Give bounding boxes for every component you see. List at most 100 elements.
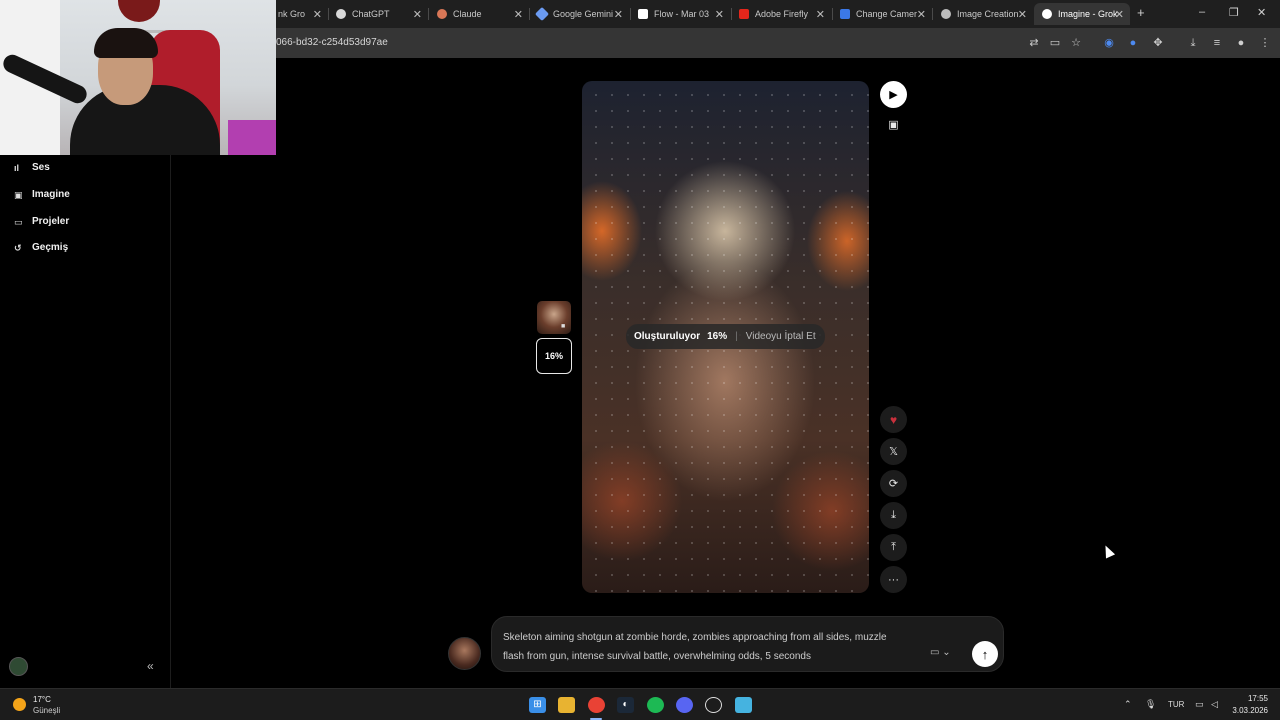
progress-percent: 16%: [707, 331, 728, 342]
sidebar-item-label: Ses: [32, 162, 50, 173]
windows-start-icon[interactable]: ⊞: [529, 697, 546, 713]
video-camera-icon: ■: [561, 323, 566, 330]
tab-8-active[interactable]: Imagine - Grok ✕: [1034, 3, 1130, 25]
tab-5[interactable]: Adobe Firefly ✕: [731, 3, 831, 25]
discord-icon[interactable]: [676, 697, 693, 713]
sidebar-item-gecmis[interactable]: ↺ Geçmiş: [14, 242, 68, 253]
chatgpt-icon: [336, 9, 346, 19]
cancel-video-button[interactable]: Videoyu İptal Et: [746, 331, 816, 342]
steam-icon[interactable]: ◐: [617, 697, 634, 713]
sun-icon[interactable]: [13, 698, 26, 711]
close-icon[interactable]: ✕: [1018, 8, 1027, 21]
chrome-icon[interactable]: [588, 697, 605, 713]
chevron-up-icon[interactable]: ⌃: [1124, 699, 1132, 710]
prompt-input[interactable]: Skeleton aiming shotgun at zombie horde,…: [491, 616, 1004, 672]
video-mode-icon[interactable]: ▶: [880, 81, 907, 108]
new-tab-button[interactable]: +: [1137, 5, 1145, 20]
grok-icon: [1042, 9, 1052, 19]
close-window-button[interactable]: ✕: [1257, 6, 1266, 19]
menu-kebab-icon[interactable]: ⋮: [1258, 36, 1272, 50]
tab-title: Claude: [453, 9, 482, 19]
sidebar-item-label: Imagine: [32, 189, 70, 200]
maximize-button[interactable]: ❐: [1229, 6, 1239, 19]
downloads-icon[interactable]: ⤓: [1186, 36, 1200, 50]
close-icon[interactable]: ✕: [816, 8, 825, 21]
address-bar[interactable]: 066-bd32-c254d53d97ae: [276, 37, 388, 48]
download-icon[interactable]: ⤓: [880, 502, 907, 529]
cast-icon[interactable]: ▭: [1048, 36, 1062, 50]
audio-waveform-icon: ıl: [14, 162, 20, 173]
extension-icon[interactable]: ●: [1126, 36, 1140, 50]
file-explorer-icon[interactable]: [558, 697, 575, 713]
close-icon[interactable]: ✕: [917, 8, 926, 21]
tab-4[interactable]: Flow - Mar 03 ✕: [630, 3, 730, 25]
chatgpt-app-icon[interactable]: [705, 697, 722, 713]
imagine-icon: ▣: [14, 189, 23, 200]
mouse-cursor: [1100, 543, 1116, 559]
clock-time[interactable]: 17:55: [1234, 694, 1268, 703]
tab-title: Flow - Mar 03: [654, 9, 710, 19]
weather-description[interactable]: Güneşli: [33, 706, 60, 715]
bookmark-star-icon[interactable]: ☆: [1069, 36, 1083, 50]
gemini-icon: [534, 6, 550, 22]
sidebar-item-label: Geçmiş: [32, 242, 69, 253]
collapse-sidebar-button[interactable]: «: [147, 659, 154, 673]
close-icon[interactable]: ✕: [413, 8, 422, 21]
webcam-overlay: [0, 0, 276, 155]
tab-title: Google Gemini: [553, 9, 614, 19]
sidebar-item-label: Projeler: [32, 216, 70, 227]
close-icon[interactable]: ✕: [715, 8, 724, 21]
tab-title: Imagine - Grok: [1058, 9, 1118, 19]
user-avatar[interactable]: [9, 657, 28, 676]
close-icon[interactable]: ✕: [514, 8, 523, 21]
language-indicator[interactable]: TUR: [1168, 700, 1184, 709]
close-icon[interactable]: ✕: [313, 8, 322, 21]
share-icon[interactable]: ⤒: [880, 534, 907, 561]
close-icon[interactable]: ✕: [614, 8, 623, 21]
send-button[interactable]: ↑: [972, 641, 998, 667]
clock-date[interactable]: 3.03.2026: [1230, 706, 1268, 715]
more-icon[interactable]: ···: [880, 566, 907, 593]
docs-icon: [840, 9, 850, 19]
minimize-button[interactable]: –: [1199, 6, 1205, 18]
heart-icon[interactable]: ♥: [880, 406, 907, 433]
prompt-text[interactable]: Skeleton aiming shotgun at zombie horde,…: [503, 628, 903, 666]
close-icon[interactable]: ✕: [1115, 8, 1124, 21]
reading-list-icon[interactable]: ≡: [1210, 36, 1224, 50]
webcam-background: [228, 120, 276, 155]
notepad-icon[interactable]: [735, 697, 752, 713]
tab-title: Image Creation: [957, 9, 1019, 19]
profile-avatar-icon[interactable]: ●: [1234, 36, 1248, 50]
prompt-image-avatar[interactable]: [448, 637, 481, 670]
weather-temperature[interactable]: 17°C: [33, 695, 51, 704]
webcam-person: [94, 28, 158, 58]
volume-icon[interactable]: ◁: [1211, 699, 1218, 710]
folder-icon: ▭: [14, 216, 23, 227]
tab-0[interactable]: nk Gro ✕: [270, 3, 328, 25]
tab-3[interactable]: Google Gemini ✕: [529, 3, 629, 25]
mode-selector[interactable]: ▭ ⌄: [930, 647, 951, 658]
sidebar-item-imagine[interactable]: ▣ Imagine: [14, 189, 70, 200]
generation-progress-thumbnail[interactable]: 16%: [536, 338, 572, 374]
tab-1[interactable]: ChatGPT ✕: [328, 3, 428, 25]
windows-taskbar: 17°C Güneşli ⊞ ◐ ⌃ 🎙 TUR ▭ ◁ 17:55 3.03.…: [0, 688, 1280, 720]
extension-icon[interactable]: ◉: [1102, 36, 1116, 50]
claude-icon: [437, 9, 447, 19]
extensions-puzzle-icon[interactable]: ✥: [1151, 36, 1165, 50]
tab-title: Change Camer: [856, 9, 918, 19]
sidebar-item-projeler[interactable]: ▭ Projeler: [14, 216, 69, 227]
spotify-icon[interactable]: [647, 697, 664, 713]
remix-icon[interactable]: ⟳: [880, 470, 907, 497]
microphone-icon[interactable]: 🎙: [1145, 699, 1156, 710]
status-label: Oluşturuluyor: [634, 331, 701, 342]
image-mode-icon[interactable]: ▣: [880, 111, 907, 138]
tab-2[interactable]: Claude ✕: [429, 3, 529, 25]
sidebar-item-ses[interactable]: ıl Ses: [14, 162, 50, 173]
network-icon[interactable]: ▭: [1195, 699, 1204, 710]
source-image-thumbnail[interactable]: [537, 301, 571, 334]
tab-7[interactable]: Image Creation ✕: [933, 3, 1033, 25]
translate-icon[interactable]: ⇄: [1027, 36, 1041, 50]
tab-6[interactable]: Change Camer ✕: [832, 3, 932, 25]
x-share-icon[interactable]: 𝕏: [880, 438, 907, 465]
generation-status-pill: Oluşturuluyor 16% | Videoyu İptal Et: [626, 324, 825, 349]
